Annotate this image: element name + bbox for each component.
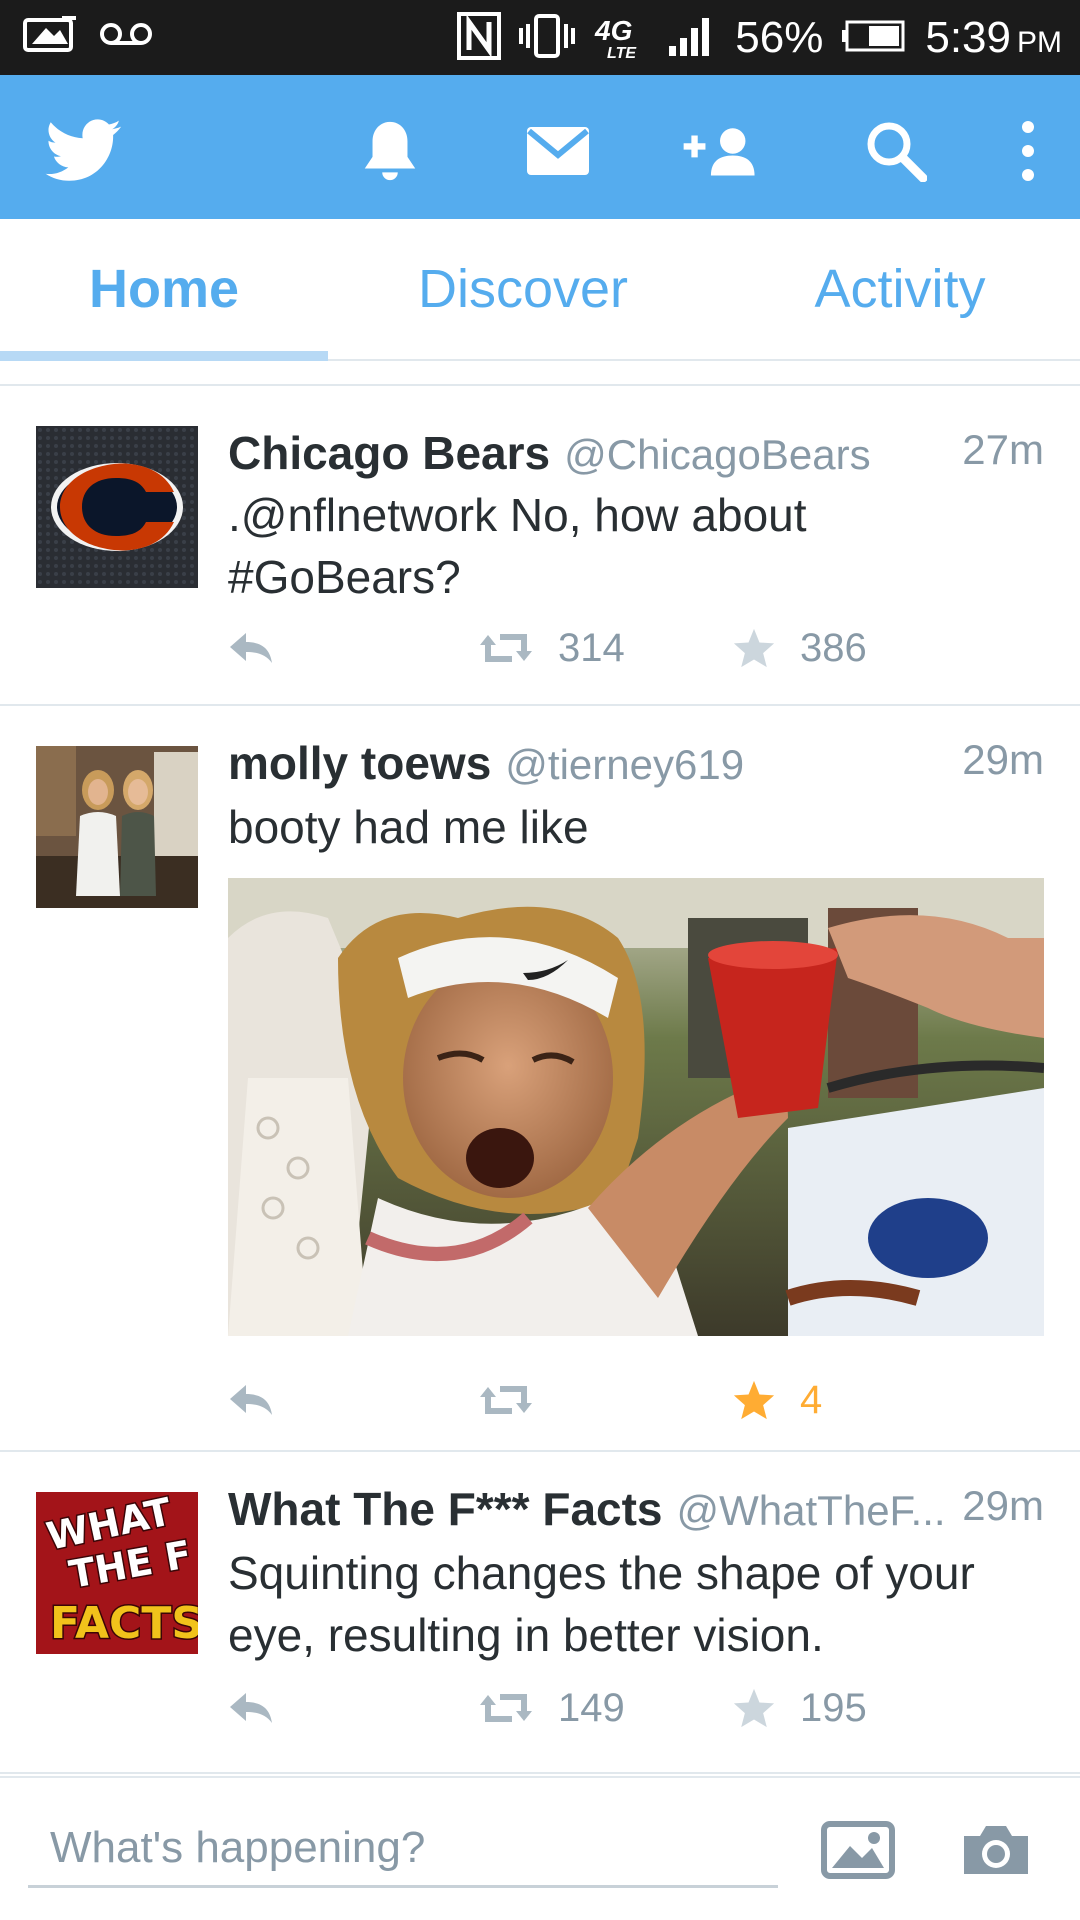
image-icon[interactable] (820, 1820, 896, 1880)
retweet-button[interactable]: 149 (478, 1678, 625, 1738)
clock: 5:39 PM (925, 13, 1062, 63)
tab-activity[interactable]: Activity (720, 219, 1080, 359)
favorite-count: 4 (800, 1377, 823, 1422)
favorite-button[interactable]: 386 (732, 618, 867, 678)
camera-icon[interactable] (958, 1820, 1034, 1880)
tweet-item[interactable]: Chicago Bears @ChicagoBears 27m .@nflnet… (0, 386, 1080, 706)
retweet-count: 149 (558, 1685, 625, 1730)
tweet-timestamp: 29m (962, 1482, 1044, 1529)
retweet-icon (480, 1386, 532, 1414)
tweet-composer: What's happening? (0, 1776, 1080, 1920)
star-icon (733, 1688, 775, 1728)
battery-percent: 56% (735, 13, 824, 62)
tab-active-indicator (0, 351, 328, 361)
tweet-text-line: #GoBears? (228, 551, 461, 603)
favorite-count: 195 (800, 1685, 867, 1730)
tweet-text: Squinting changes the shape of your eye,… (228, 1542, 1044, 1666)
4g-lte-icon: 4G LTE (593, 12, 649, 65)
tweet-actions: 314 386 (228, 618, 1028, 678)
clock-time: 5:39 (925, 13, 1011, 62)
svg-text:LTE: LTE (607, 45, 637, 60)
battery-icon (841, 18, 907, 59)
favorite-count: 386 (800, 625, 867, 670)
vibrate-icon (519, 12, 576, 65)
svg-text:4G: 4G (594, 15, 632, 46)
tweet-item[interactable]: molly toews @tierney619 29m booty had me… (0, 706, 1080, 1452)
tweet-actions: 4 (228, 1370, 1028, 1430)
favorite-button[interactable]: 4 (732, 1370, 822, 1430)
tweet-timestamp: 29m (962, 736, 1044, 783)
add-user-icon[interactable] (680, 111, 760, 191)
tweet-text: booty had me like (228, 796, 1044, 858)
retweet-icon (480, 634, 532, 662)
star-icon (733, 1380, 775, 1420)
retweet-button[interactable]: 314 (478, 618, 625, 678)
tweet-text-line: .@nflnetwork No, how about (228, 489, 807, 541)
tweet-media-photo[interactable] (228, 878, 1044, 1336)
tweet-author-handle[interactable]: @WhatTheF... (677, 1487, 946, 1535)
status-bar: 4G LTE 56% 5:39 PM (0, 0, 1080, 75)
nfc-icon (457, 11, 502, 65)
tab-bar: Home Discover Activity (0, 219, 1080, 361)
tweet-text-line: Squinting changes the shape of your (228, 1547, 975, 1599)
reply-button[interactable] (228, 618, 274, 678)
svg-text:FACTS: FACTS (50, 1598, 198, 1649)
profile-photo-two-women[interactable] (36, 746, 198, 908)
messages-envelope-icon[interactable] (518, 111, 598, 191)
retweet-button[interactable] (478, 1370, 558, 1430)
tweet-item[interactable]: WHAT THE F FACTS What The F*** Facts @Wh… (0, 1452, 1080, 1774)
reply-button[interactable] (228, 1678, 274, 1738)
reply-button[interactable] (228, 1370, 274, 1430)
tweet-text: .@nflnetwork No, how about #GoBears? (228, 484, 1044, 608)
tweet-actions: 149 195 (228, 1678, 1028, 1738)
tweet-text-line: eye, resulting in better vision. (228, 1609, 824, 1661)
retweet-icon (480, 1694, 532, 1722)
star-icon (733, 628, 775, 668)
tweet-author-name[interactable]: Chicago Bears (228, 426, 550, 480)
tweet-author-name[interactable]: What The F*** Facts (228, 1482, 663, 1536)
compose-input[interactable]: What's happening? (28, 1818, 778, 1888)
app-bar (0, 75, 1080, 219)
voicemail-icon (98, 19, 154, 54)
favorite-button[interactable]: 195 (732, 1678, 867, 1738)
chicago-bears-logo-icon[interactable] (36, 426, 198, 588)
what-the-f-facts-logo-icon[interactable]: WHAT THE F FACTS (36, 1492, 198, 1654)
tweet-author-name[interactable]: molly toews (228, 736, 491, 790)
tweet-author-handle[interactable]: @ChicagoBears (564, 431, 870, 479)
reply-icon (230, 1693, 272, 1723)
overflow-menu-icon[interactable] (990, 111, 1066, 191)
tweet-author-handle[interactable]: @tierney619 (505, 741, 744, 789)
gallery-notify-icon (22, 14, 80, 59)
tab-discover[interactable]: Discover (340, 219, 706, 359)
notifications-bell-icon[interactable] (350, 111, 430, 191)
tab-home[interactable]: Home (0, 219, 328, 359)
reply-icon (230, 633, 272, 663)
clock-suffix: PM (1017, 26, 1062, 59)
search-icon[interactable] (856, 111, 936, 191)
tweet-text-line: booty had me like (228, 801, 589, 853)
tweet-timestamp: 27m (962, 426, 1044, 473)
twitter-bird-icon[interactable] (44, 111, 124, 191)
signal-icon (667, 14, 717, 63)
retweet-count: 314 (558, 625, 625, 670)
reply-icon (230, 1385, 272, 1415)
